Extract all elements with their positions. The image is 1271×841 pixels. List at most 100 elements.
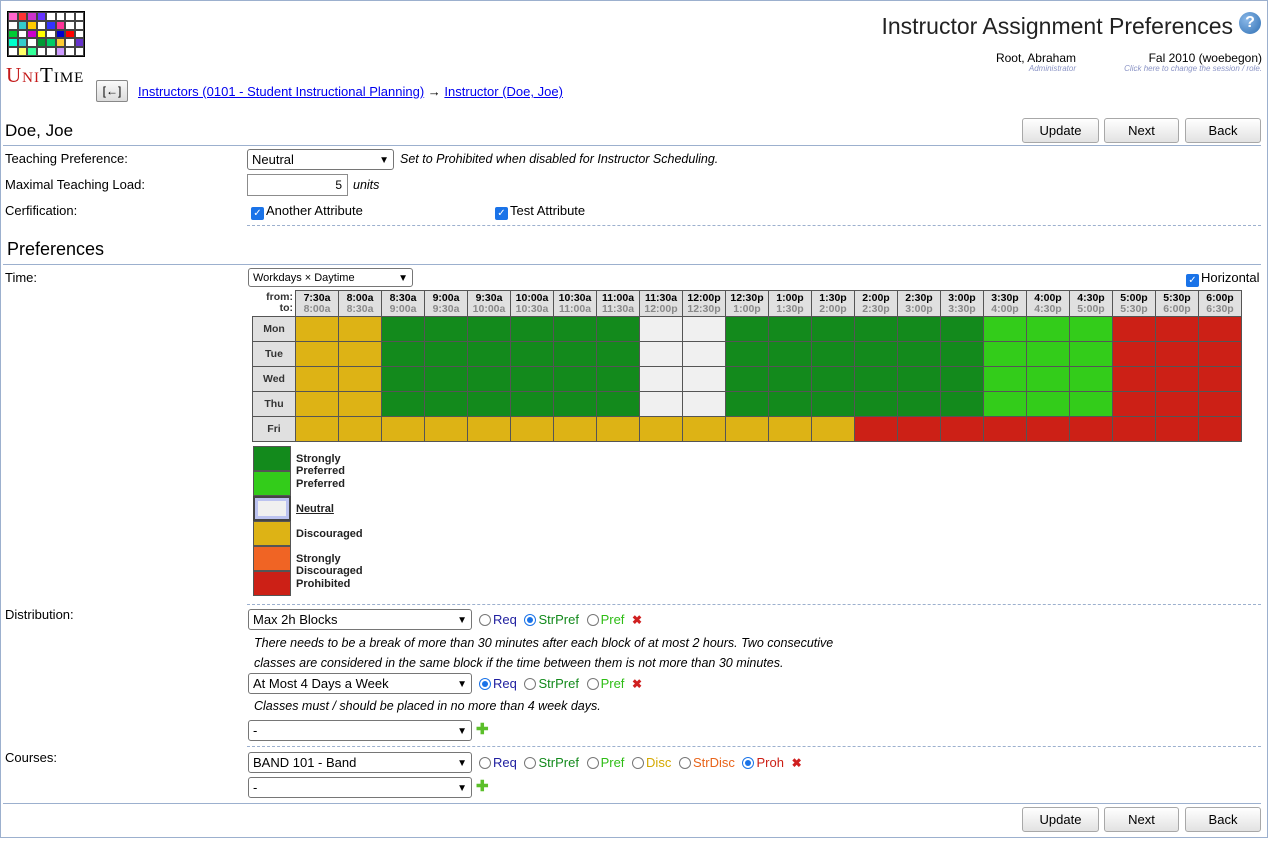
time-pref-cell[interactable]: [1069, 316, 1113, 342]
course-select-new[interactable]: - ▼: [248, 777, 472, 798]
back-button-bottom[interactable]: Back: [1185, 807, 1261, 832]
day-header[interactable]: Thu: [252, 391, 296, 417]
time-pref-cell[interactable]: [467, 316, 511, 342]
time-pref-cell[interactable]: [424, 316, 468, 342]
time-pref-cell[interactable]: [725, 416, 769, 442]
time-pref-cell[interactable]: [1198, 316, 1242, 342]
add-icon[interactable]: ✚: [476, 777, 489, 795]
time-pref-cell[interactable]: [682, 391, 726, 417]
time-pref-cell[interactable]: [682, 416, 726, 442]
time-pref-cell[interactable]: [295, 341, 339, 367]
distribution-select-2[interactable]: At Most 4 Days a Week ▼: [248, 673, 472, 694]
time-pref-cell[interactable]: [725, 341, 769, 367]
time-pref-cell[interactable]: [553, 366, 597, 392]
time-pref-cell[interactable]: [1069, 341, 1113, 367]
radio-strpref[interactable]: [524, 614, 537, 626]
time-pref-cell[interactable]: [1155, 416, 1199, 442]
time-pref-cell[interactable]: [1155, 316, 1199, 342]
radio-strpref[interactable]: [524, 678, 537, 690]
time-pref-cell[interactable]: [639, 316, 683, 342]
time-pref-cell[interactable]: [854, 316, 898, 342]
time-pref-cell[interactable]: [1112, 416, 1156, 442]
time-pref-cell[interactable]: [682, 316, 726, 342]
time-pref-cell[interactable]: [940, 391, 984, 417]
time-pref-cell[interactable]: [295, 366, 339, 392]
delete-icon[interactable]: ✖: [632, 613, 642, 627]
checkbox-checked-icon[interactable]: ✓: [1186, 274, 1199, 287]
time-pref-cell[interactable]: [510, 366, 554, 392]
time-pattern-select[interactable]: Workdays × Daytime ▼: [248, 268, 413, 287]
time-preference-grid[interactable]: from: to: 7:30a 8:00a 8:00a 8:30a 8:30a 9:00a 9:…: [252, 290, 1242, 442]
time-pref-cell[interactable]: [854, 391, 898, 417]
add-icon[interactable]: ✚: [476, 720, 489, 738]
day-header[interactable]: Mon: [252, 316, 296, 342]
session-info[interactable]: Fal 2010 (woebegon) Click here to change…: [1106, 51, 1262, 73]
time-slot-header[interactable]: 3:00p 3:30p: [940, 290, 984, 317]
time-pref-cell[interactable]: [811, 316, 855, 342]
update-button-top[interactable]: Update: [1022, 118, 1099, 143]
time-pref-cell[interactable]: [1069, 416, 1113, 442]
time-pref-cell[interactable]: [510, 316, 554, 342]
time-pref-cell[interactable]: [1026, 366, 1070, 392]
time-pref-cell[interactable]: [983, 391, 1027, 417]
time-slot-header[interactable]: 5:00p 5:30p: [1112, 290, 1156, 317]
time-pref-cell[interactable]: [768, 391, 812, 417]
time-pref-cell[interactable]: [596, 391, 640, 417]
time-slot-header[interactable]: 7:30a 8:00a: [295, 290, 339, 317]
time-pref-cell[interactable]: [1112, 391, 1156, 417]
horizontal-toggle[interactable]: ✓ Horizontal: [1186, 270, 1260, 287]
time-pref-cell[interactable]: [768, 316, 812, 342]
radio-strdisc[interactable]: [678, 757, 691, 769]
time-pref-cell[interactable]: [424, 366, 468, 392]
time-pref-cell[interactable]: [338, 341, 382, 367]
time-pref-cell[interactable]: [940, 416, 984, 442]
user-info[interactable]: Root, Abraham Administrator: [990, 51, 1076, 73]
breadcrumb-instructor-link[interactable]: Instructor (Doe, Joe): [444, 84, 563, 99]
time-pref-cell[interactable]: [1155, 366, 1199, 392]
time-pref-cell[interactable]: [596, 316, 640, 342]
time-pref-cell[interactable]: [725, 316, 769, 342]
radio-strpref[interactable]: [524, 757, 537, 769]
time-pref-cell[interactable]: [811, 391, 855, 417]
time-pref-cell[interactable]: [295, 316, 339, 342]
time-pref-cell[interactable]: [897, 341, 941, 367]
time-pref-cell[interactable]: [1026, 316, 1070, 342]
time-pref-cell[interactable]: [338, 416, 382, 442]
time-pref-cell[interactable]: [1026, 416, 1070, 442]
distribution-select-1[interactable]: Max 2h Blocks ▼: [248, 609, 472, 630]
time-pref-cell[interactable]: [1198, 341, 1242, 367]
next-button-bottom[interactable]: Next: [1104, 807, 1179, 832]
time-slot-header[interactable]: 2:30p 3:00p: [897, 290, 941, 317]
time-pref-cell[interactable]: [381, 341, 425, 367]
time-slot-header[interactable]: 12:30p 1:00p: [725, 290, 769, 317]
time-pref-cell[interactable]: [639, 391, 683, 417]
course-select[interactable]: BAND 101 - Band ▼: [248, 752, 472, 773]
back-button-top[interactable]: Back: [1185, 118, 1261, 143]
time-pref-cell[interactable]: [854, 341, 898, 367]
time-pref-cell[interactable]: [983, 416, 1027, 442]
day-header[interactable]: Fri: [252, 416, 296, 442]
time-slot-header[interactable]: 1:30p 2:00p: [811, 290, 855, 317]
time-pref-cell[interactable]: [768, 366, 812, 392]
time-pref-cell[interactable]: [596, 341, 640, 367]
time-slot-header[interactable]: 8:30a 9:00a: [381, 290, 425, 317]
time-pref-cell[interactable]: [1112, 366, 1156, 392]
time-slot-header[interactable]: 10:00a 10:30a: [510, 290, 554, 317]
delete-icon[interactable]: ✖: [632, 677, 642, 691]
time-pref-cell[interactable]: [338, 391, 382, 417]
radio-req[interactable]: [479, 678, 491, 690]
time-pref-cell[interactable]: [295, 416, 339, 442]
time-pref-cell[interactable]: [682, 366, 726, 392]
next-button-top[interactable]: Next: [1104, 118, 1179, 143]
time-pref-cell[interactable]: [811, 416, 855, 442]
time-pref-cell[interactable]: [467, 391, 511, 417]
time-pref-cell[interactable]: [1198, 416, 1242, 442]
distribution-select-new[interactable]: - ▼: [248, 720, 472, 741]
time-pref-cell[interactable]: [295, 391, 339, 417]
delete-icon[interactable]: ✖: [792, 756, 802, 770]
checkbox-checked-icon[interactable]: ✓: [495, 207, 508, 220]
time-pref-cell[interactable]: [639, 341, 683, 367]
radio-req[interactable]: [479, 614, 491, 626]
time-pref-cell[interactable]: [639, 416, 683, 442]
time-pref-cell[interactable]: [338, 366, 382, 392]
